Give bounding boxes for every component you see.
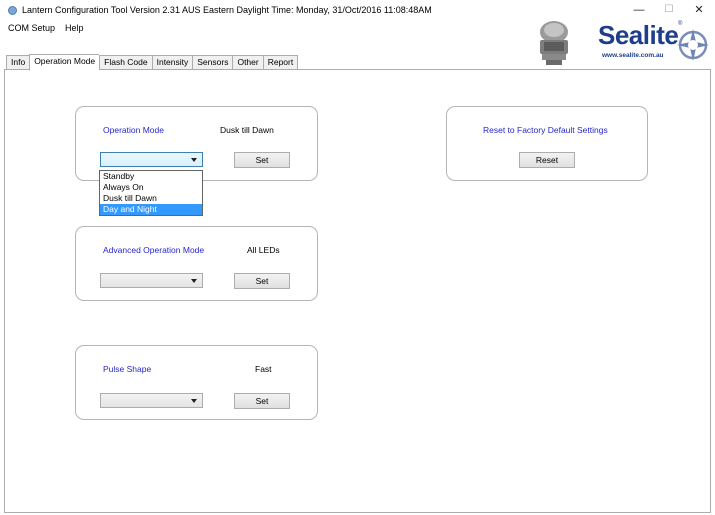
dropdown-option-dusk-till-dawn[interactable]: Dusk till Dawn	[100, 193, 202, 204]
tab-report[interactable]: Report	[262, 55, 299, 70]
chevron-down-icon	[191, 158, 197, 162]
pulse-shape-select[interactable]	[100, 393, 203, 408]
tab-info[interactable]: Info	[6, 55, 30, 70]
advanced-operation-mode-label: Advanced Operation Mode	[103, 245, 205, 255]
menu-com-setup[interactable]: COM Setup	[6, 22, 57, 36]
operation-mode-label: Operation Mode	[103, 125, 164, 135]
operation-mode-current-value: Dusk till Dawn	[220, 125, 274, 135]
pulse-shape-label: Pulse Shape	[103, 364, 152, 374]
tab-bar: Info Operation Mode Flash Code Intensity…	[6, 54, 299, 71]
window-title: Lantern Configuration Tool Version 2.31 …	[22, 5, 432, 15]
dropdown-option-day-and-night[interactable]: Day and Night	[100, 204, 202, 215]
chevron-down-icon	[191, 279, 197, 283]
pulse-shape-current-value: Fast	[255, 364, 272, 374]
operation-mode-select[interactable]	[100, 152, 203, 167]
reset-factory-label: Reset to Factory Default Settings	[483, 125, 608, 135]
dropdown-option-always-on[interactable]: Always On	[100, 182, 202, 193]
tab-operation-mode[interactable]: Operation Mode	[29, 54, 100, 71]
menu-bar: COM Setup Help	[6, 22, 86, 36]
menu-help[interactable]: Help	[63, 22, 86, 36]
registered-mark: ®	[678, 21, 683, 27]
operation-mode-dropdown-list: Standby Always On Dusk till Dawn Day and…	[99, 170, 203, 216]
chevron-down-icon	[191, 399, 197, 403]
tab-intensity[interactable]: Intensity	[151, 55, 193, 70]
pulse-shape-set-button[interactable]: Set	[234, 393, 290, 409]
advanced-operation-mode-current-value: All LEDs	[247, 245, 280, 255]
tab-other[interactable]: Other	[232, 55, 263, 70]
reset-factory-group: Reset to Factory Default Settings Reset	[446, 106, 648, 181]
reset-button[interactable]: Reset	[519, 152, 575, 168]
operation-mode-set-button[interactable]: Set	[234, 152, 290, 168]
tab-flash-code[interactable]: Flash Code	[99, 55, 152, 70]
advanced-operation-mode-set-button[interactable]: Set	[234, 273, 290, 289]
dropdown-option-standby[interactable]: Standby	[100, 171, 202, 182]
sealite-logo: Sealite ® www.sealite.com.au	[530, 16, 710, 72]
compass-rose-icon	[677, 29, 709, 61]
logo-url: www.sealite.com.au	[602, 52, 664, 59]
advanced-operation-mode-group: Advanced Operation Mode All LEDs Set	[75, 226, 318, 301]
app-icon	[8, 6, 17, 15]
tab-sensors[interactable]: Sensors	[192, 55, 233, 70]
advanced-operation-mode-select[interactable]	[100, 273, 203, 288]
pulse-shape-group: Pulse Shape Fast Set	[75, 345, 318, 420]
logo-wordmark: Sealite	[598, 20, 679, 50]
lantern-icon	[540, 21, 568, 65]
